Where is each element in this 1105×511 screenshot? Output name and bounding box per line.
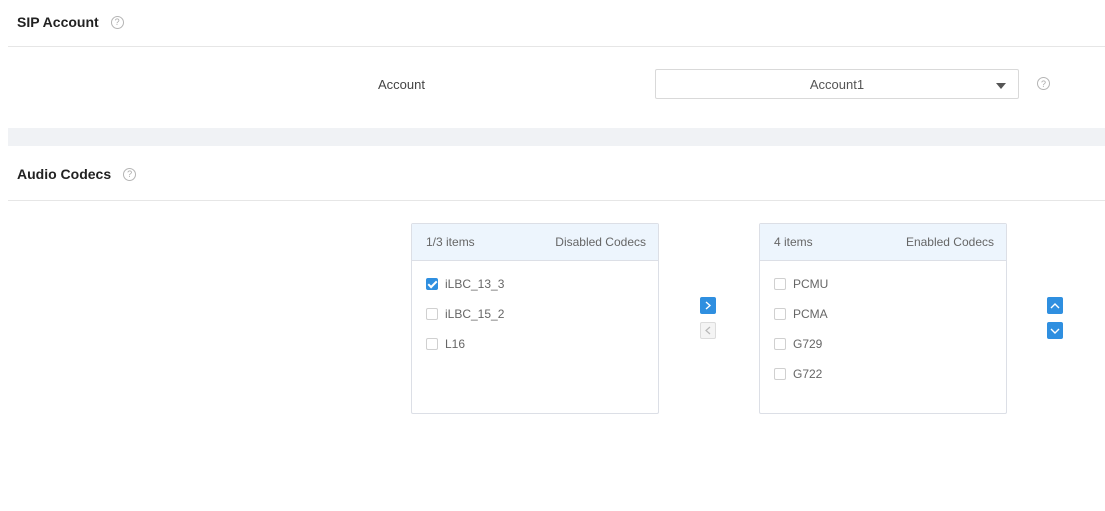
disabled-count: 1/3 items [426,235,475,249]
section-title-sip-account: SIP Account [17,14,99,30]
codec-label: G722 [793,367,823,381]
list-item[interactable]: G722 [774,359,1006,389]
disabled-codecs-panel: 1/3 items Disabled Codecs iLBC_13_3 iLBC… [411,223,659,414]
account-label: Account [378,77,425,92]
account-select-value: Account1 [809,76,865,92]
chevron-left-icon [705,326,711,335]
audio-codecs-header: Audio Codecs ? [17,166,137,182]
divider [8,46,1105,47]
chevron-right-icon [705,301,712,310]
codec-label: PCMU [793,277,829,291]
list-item[interactable]: G729 [774,329,1006,359]
sip-account-header: SIP Account ? [17,14,124,30]
list-item[interactable]: iLBC_15_2 [426,299,658,329]
help-icon[interactable]: ? [110,15,124,29]
list-item[interactable]: PCMU [774,269,1006,299]
codec-label: G729 [793,337,823,351]
checkbox[interactable] [426,308,438,320]
disabled-panel-title: Disabled Codecs [555,235,646,249]
codec-label: PCMA [793,307,828,321]
panel-header: 1/3 items Disabled Codecs [412,224,658,261]
codec-label: iLBC_13_3 [445,277,505,291]
chevron-down-icon [1050,328,1060,334]
panel-header: 4 items Enabled Codecs [760,224,1006,261]
move-left-button[interactable] [700,322,716,339]
list-item[interactable]: iLBC_13_3 [426,269,658,299]
list-item[interactable]: PCMA [774,299,1006,329]
move-right-button[interactable] [700,297,716,314]
enabled-codecs-panel: 4 items Enabled Codecs PCMU PCMA G729 G7… [759,223,1007,414]
chevron-up-icon [1050,302,1060,308]
help-icon[interactable]: ? [123,167,137,181]
section-separator [8,128,1105,146]
enabled-panel-title: Enabled Codecs [905,235,994,249]
account-select[interactable]: Account1 [655,69,1019,99]
codec-label: L16 [445,337,466,351]
section-title-audio-codecs: Audio Codecs [17,166,112,182]
move-up-button[interactable] [1047,297,1063,314]
caret-down-icon [996,83,1006,89]
account-help-icon[interactable]: ? [1037,77,1050,90]
checkbox[interactable] [774,368,786,380]
checkbox[interactable] [774,278,786,290]
list-item[interactable]: L16 [426,329,658,359]
checkbox[interactable] [426,338,438,350]
checkbox[interactable] [426,278,438,290]
divider [8,200,1105,201]
codec-label: iLBC_15_2 [445,307,505,321]
checkbox[interactable] [774,338,786,350]
enabled-count: 4 items [774,235,813,249]
checkbox[interactable] [774,308,786,320]
move-down-button[interactable] [1047,322,1063,339]
